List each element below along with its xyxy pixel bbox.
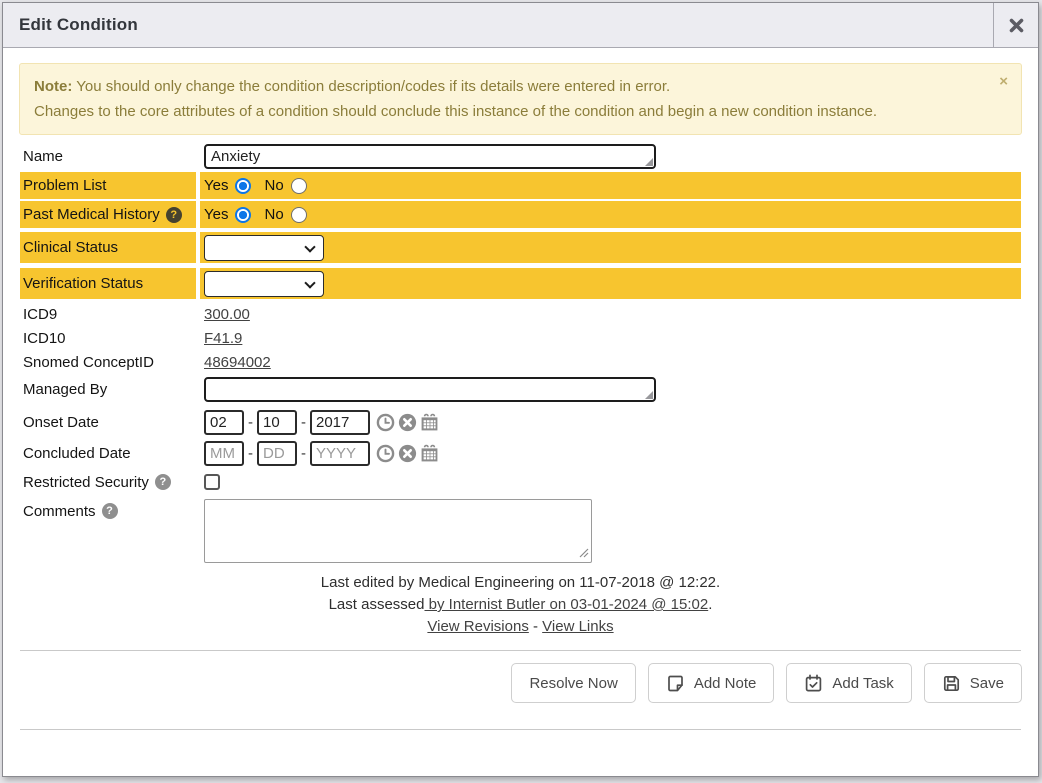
date-separator: - (248, 414, 253, 431)
chevron-down-icon (304, 241, 315, 252)
calendar-icon[interactable] (420, 413, 439, 432)
managed-by-row: Managed By (20, 375, 1021, 403)
problem-list-label: Problem List (20, 172, 196, 199)
add-note-button[interactable]: Add Note (648, 663, 775, 703)
concluded-date-row: Concluded Date - - (20, 439, 1021, 467)
help-circle-icon[interactable]: ? (166, 207, 182, 223)
concluded-day-input[interactable] (257, 441, 297, 466)
onset-year-input[interactable] (310, 410, 370, 435)
view-revisions-link[interactable]: View Revisions (427, 618, 528, 635)
audit-meta: Last edited by Medical Engineering on 11… (20, 572, 1021, 638)
clinical-status-label: Clinical Status (20, 232, 196, 263)
view-links-link[interactable]: View Links (542, 618, 613, 635)
verification-status-select[interactable] (204, 271, 324, 297)
banner-dismiss-icon[interactable]: × (999, 75, 1008, 89)
clinical-status-row: Clinical Status (20, 232, 1021, 263)
past-medical-history-row: Past Medical History ? Yes No (20, 201, 1021, 228)
onset-date-row: Onset Date - - (20, 408, 1021, 436)
managed-by-input[interactable] (204, 377, 656, 402)
problem-list-no-label: No (264, 177, 283, 194)
snomed-code-link[interactable]: 48694002 (204, 354, 271, 371)
floppy-disk-icon (942, 674, 961, 693)
pmh-no-radio[interactable] (291, 207, 307, 223)
restricted-security-label: Restricted Security (23, 474, 149, 491)
sticky-note-icon (666, 674, 685, 693)
name-input[interactable] (204, 144, 656, 169)
comments-row: Comments ? (20, 499, 1021, 563)
pmh-no-label: No (264, 206, 283, 223)
icd9-row: ICD9 300.00 (20, 303, 1021, 325)
verification-status-row: Verification Status (20, 268, 1021, 299)
close-button[interactable] (993, 3, 1038, 47)
onset-day-input[interactable] (257, 410, 297, 435)
last-edited-text: Last edited by Medical Engineering on 11… (20, 572, 1021, 594)
note-line-2: Changes to the core attributes of a cond… (34, 99, 987, 124)
problem-list-yes-radio[interactable] (235, 178, 251, 194)
icd9-label: ICD9 (20, 303, 196, 325)
help-circle-icon[interactable]: ? (155, 474, 171, 490)
icd10-row: ICD10 F41.9 (20, 327, 1021, 349)
edit-condition-dialog: Edit Condition Note: You should only cha… (2, 2, 1039, 777)
divider (20, 650, 1021, 651)
icd10-label: ICD10 (20, 327, 196, 349)
chevron-down-icon (304, 277, 315, 288)
note-banner: Note: You should only change the conditi… (19, 63, 1022, 135)
restricted-security-row: Restricted Security ? (20, 471, 1021, 493)
calendar-check-icon (804, 674, 823, 693)
concluded-year-input[interactable] (310, 441, 370, 466)
managed-by-label: Managed By (20, 375, 196, 403)
save-button[interactable]: Save (924, 663, 1022, 703)
close-icon (1009, 18, 1024, 33)
resolve-now-button[interactable]: Resolve Now (511, 663, 635, 703)
pmh-yes-label: Yes (204, 206, 228, 223)
snomed-label: Snomed ConceptID (20, 351, 196, 373)
note-line-1: Note: You should only change the conditi… (34, 74, 987, 99)
condition-form: Name Problem List Yes No Past (20, 142, 1021, 638)
snomed-row: Snomed ConceptID 48694002 (20, 351, 1021, 373)
last-assessed-link[interactable]: by Internist Butler on 03-01-2024 @ 15:0… (424, 596, 708, 613)
icd9-code-link[interactable]: 300.00 (204, 306, 250, 323)
last-assessed-text: Last assessed by Internist Butler on 03-… (20, 594, 1021, 616)
past-medical-history-label: Past Medical History (23, 206, 160, 223)
concluded-date-label: Concluded Date (20, 439, 196, 467)
help-circle-icon[interactable]: ? (102, 503, 118, 519)
problem-list-no-radio[interactable] (291, 178, 307, 194)
comments-label: Comments (23, 503, 96, 520)
clock-icon[interactable] (376, 444, 395, 463)
dialog-buttons: Resolve Now Add Note Add Task Save (19, 663, 1022, 703)
dialog-header: Edit Condition (3, 3, 1038, 48)
name-row: Name (20, 142, 1021, 170)
add-task-button[interactable]: Add Task (786, 663, 911, 703)
date-separator: - (301, 414, 306, 431)
comments-textarea[interactable] (204, 499, 592, 563)
pmh-yes-radio[interactable] (235, 207, 251, 223)
clear-circle-icon[interactable] (398, 413, 417, 432)
clinical-status-select[interactable] (204, 235, 324, 261)
restricted-security-checkbox[interactable] (204, 474, 220, 490)
icd10-code-link[interactable]: F41.9 (204, 330, 242, 347)
calendar-icon[interactable] (420, 444, 439, 463)
note-prefix: Note: (34, 78, 72, 95)
view-links-line: View Revisions - View Links (20, 616, 1021, 638)
problem-list-yes-label: Yes (204, 177, 228, 194)
resize-grip-icon[interactable] (579, 548, 589, 558)
problem-list-row: Problem List Yes No (20, 172, 1021, 199)
verification-status-label: Verification Status (20, 268, 196, 299)
date-separator: - (301, 445, 306, 462)
onset-date-label: Onset Date (20, 408, 196, 436)
clear-circle-icon[interactable] (398, 444, 417, 463)
clock-icon[interactable] (376, 413, 395, 432)
onset-month-input[interactable] (204, 410, 244, 435)
dialog-title: Edit Condition (3, 3, 993, 47)
divider (20, 729, 1021, 730)
date-separator: - (248, 445, 253, 462)
concluded-month-input[interactable] (204, 441, 244, 466)
name-label: Name (20, 142, 196, 170)
